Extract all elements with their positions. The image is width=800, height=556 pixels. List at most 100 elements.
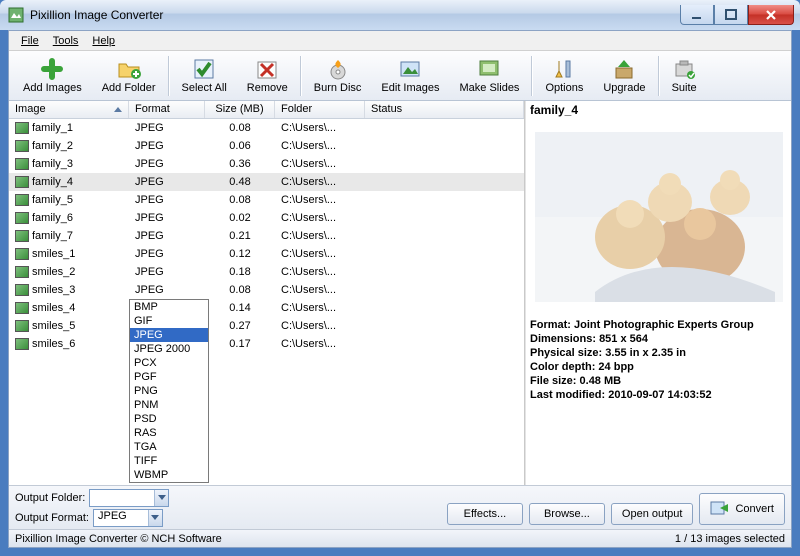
column-format[interactable]: Format — [129, 101, 205, 118]
close-button[interactable] — [748, 5, 794, 25]
chevron-down-icon — [148, 510, 162, 526]
app-window: Pixillion Image Converter File Tools Hel… — [0, 0, 800, 556]
format-option[interactable]: GIF — [130, 314, 208, 328]
format-option[interactable]: WBMP — [130, 468, 208, 482]
image-file-icon — [15, 212, 29, 224]
format-option[interactable]: RAS — [130, 426, 208, 440]
burn-disc-button[interactable]: Burn Disc — [304, 55, 372, 96]
format-option[interactable]: PNM — [130, 398, 208, 412]
output-format-label: Output Format: — [15, 512, 89, 524]
toolbar: Add Images Add Folder Select All Remove … — [9, 51, 791, 101]
menu-help[interactable]: Help — [86, 34, 121, 48]
menu-tools[interactable]: Tools — [47, 34, 85, 48]
table-body[interactable]: family_1JPEG0.08C:\Users\...family_2JPEG… — [9, 119, 524, 485]
suite-icon — [672, 57, 696, 81]
image-file-icon — [15, 248, 29, 260]
preview-panel: family_4 — [525, 101, 791, 485]
table-row[interactable]: family_6JPEG0.02C:\Users\... — [9, 209, 524, 227]
output-folder-combo[interactable] — [89, 489, 169, 507]
format-option[interactable]: PNG — [130, 384, 208, 398]
preview-image-wrap — [526, 119, 791, 314]
table-row[interactable]: family_7JPEG0.21C:\Users\... — [9, 227, 524, 245]
table-row[interactable]: family_2JPEG0.06C:\Users\... — [9, 137, 524, 155]
titlebar: Pixillion Image Converter — [0, 0, 800, 30]
toolbar-separator — [168, 56, 170, 96]
format-option[interactable]: PSD — [130, 412, 208, 426]
table-row[interactable]: smiles_60.17C:\Users\... — [9, 335, 524, 353]
suite-button[interactable]: Suite — [662, 55, 707, 96]
add-images-button[interactable]: Add Images — [13, 55, 92, 96]
open-output-button[interactable]: Open output — [611, 503, 694, 525]
file-list-panel: Image Format Size (MB) Folder Status fam… — [9, 101, 525, 485]
output-folder-label: Output Folder: — [15, 492, 85, 504]
image-file-icon — [15, 140, 29, 152]
toolbar-separator — [658, 56, 660, 96]
remove-button[interactable]: Remove — [237, 55, 298, 96]
format-option[interactable]: PCX — [130, 356, 208, 370]
table-row[interactable]: family_4JPEG0.48C:\Users\... — [9, 173, 524, 191]
options-button[interactable]: Options — [535, 55, 593, 96]
upgrade-button[interactable]: Upgrade — [593, 55, 655, 96]
format-option[interactable]: JPEG — [130, 328, 208, 342]
format-option[interactable]: TIFF — [130, 454, 208, 468]
image-file-icon — [15, 284, 29, 296]
table-row[interactable]: smiles_3JPEG0.08C:\Users\... — [9, 281, 524, 299]
format-dropdown-popup[interactable]: BMPGIFJPEGJPEG 2000PCXPGFPNGPNMPSDRASTGA… — [129, 299, 209, 483]
column-size[interactable]: Size (MB) — [205, 101, 275, 118]
preview-image — [535, 132, 783, 302]
upgrade-icon — [612, 57, 636, 81]
effects-button[interactable]: Effects... — [447, 503, 523, 525]
output-bar: Output Folder: Output Format: JPEG Effec… — [9, 485, 791, 529]
format-option[interactable]: JPEG 2000 — [130, 342, 208, 356]
table-row[interactable]: smiles_50.27C:\Users\... — [9, 317, 524, 335]
add-folder-button[interactable]: Add Folder — [92, 55, 166, 96]
plus-icon — [40, 57, 64, 81]
table-row[interactable]: smiles_2JPEG0.18C:\Users\... — [9, 263, 524, 281]
image-file-icon — [15, 338, 29, 350]
column-image[interactable]: Image — [9, 101, 129, 118]
preview-metadata: Format: Joint Photographic Experts Group… — [526, 314, 791, 406]
status-bar: Pixillion Image Converter © NCH Software… — [9, 529, 791, 547]
edit-images-icon — [398, 57, 422, 81]
image-file-icon — [15, 230, 29, 242]
make-slides-button[interactable]: Make Slides — [450, 55, 530, 96]
preview-title: family_4 — [526, 101, 791, 119]
output-format-combo[interactable]: JPEG — [93, 509, 163, 527]
convert-button[interactable]: Convert — [699, 493, 785, 525]
status-selection-count: 1 / 13 images selected — [675, 533, 785, 545]
image-file-icon — [15, 194, 29, 206]
image-file-icon — [15, 302, 29, 314]
edit-images-button[interactable]: Edit Images — [371, 55, 449, 96]
checkbox-icon — [192, 57, 216, 81]
slides-icon — [477, 57, 501, 81]
client-area: File Tools Help Add Images Add Folder Se… — [8, 30, 792, 548]
column-status[interactable]: Status — [365, 101, 524, 118]
column-folder[interactable]: Folder — [275, 101, 365, 118]
image-file-icon — [15, 320, 29, 332]
select-all-button[interactable]: Select All — [172, 55, 237, 96]
table-row[interactable]: smiles_40.14C:\Users\... — [9, 299, 524, 317]
window-controls — [680, 5, 794, 25]
table-row[interactable]: family_3JPEG0.36C:\Users\... — [9, 155, 524, 173]
status-left: Pixillion Image Converter © NCH Software — [15, 533, 222, 545]
remove-x-icon — [255, 57, 279, 81]
preview-meta-line: Physical size: 3.55 in x 2.35 in — [530, 346, 787, 360]
table-row[interactable]: family_1JPEG0.08C:\Users\... — [9, 119, 524, 137]
folder-plus-icon — [117, 57, 141, 81]
table-row[interactable]: smiles_1JPEG0.12C:\Users\... — [9, 245, 524, 263]
format-option[interactable]: TGA — [130, 440, 208, 454]
image-file-icon — [15, 176, 29, 188]
app-icon — [8, 7, 24, 23]
minimize-button[interactable] — [680, 5, 714, 25]
maximize-button[interactable] — [714, 5, 748, 25]
chevron-down-icon — [154, 490, 168, 506]
menubar: File Tools Help — [9, 31, 791, 51]
toolbar-separator — [531, 56, 533, 96]
menu-file[interactable]: File — [15, 34, 45, 48]
format-option[interactable]: BMP — [130, 300, 208, 314]
window-title: Pixillion Image Converter — [30, 8, 680, 22]
preview-meta-line: Format: Joint Photographic Experts Group — [530, 318, 787, 332]
browse-button[interactable]: Browse... — [529, 503, 605, 525]
table-row[interactable]: family_5JPEG0.08C:\Users\... — [9, 191, 524, 209]
format-option[interactable]: PGF — [130, 370, 208, 384]
